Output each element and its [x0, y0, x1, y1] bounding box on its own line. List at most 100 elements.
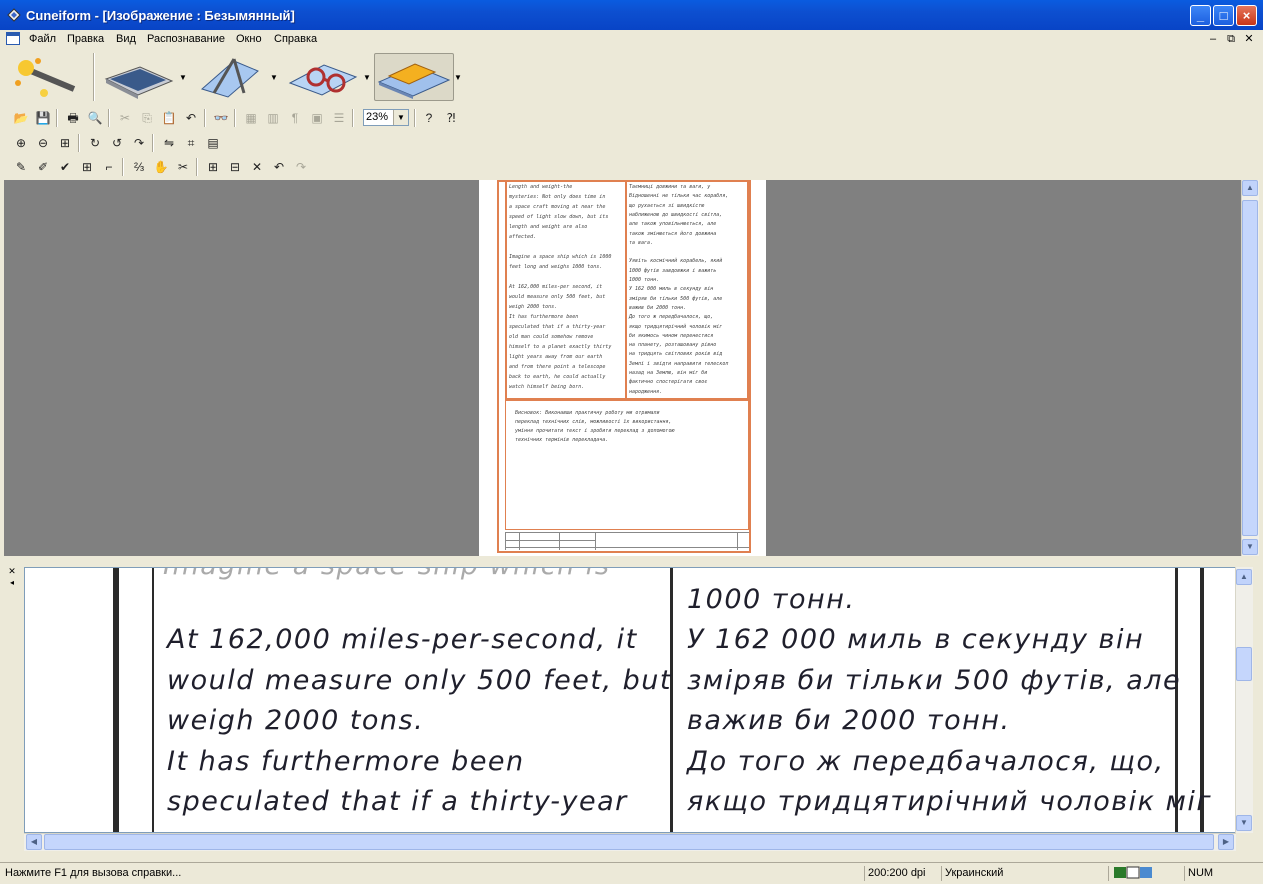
- zoom-out-icon[interactable]: ⊖: [34, 134, 52, 152]
- hand-icon[interactable]: ✋: [152, 158, 170, 176]
- mdi-minimize-icon[interactable]: –: [1206, 32, 1220, 46]
- layout-dropdown-icon[interactable]: ▼: [270, 73, 278, 82]
- add-block-icon[interactable]: ⊞: [78, 158, 96, 176]
- ocr-partial-line: Imagine a space ship which is: [163, 568, 610, 581]
- menu-view[interactable]: Вид: [116, 33, 136, 45]
- scan-dropdown-icon[interactable]: ▼: [179, 73, 187, 82]
- image-pane[interactable]: Length and weight-the mysteries: Not only…: [4, 180, 1241, 556]
- layout-button[interactable]: [194, 53, 266, 101]
- image-icon[interactable]: ▤: [204, 134, 222, 152]
- recognize-button[interactable]: [284, 53, 362, 101]
- preview-line: У 162 000 миль в секунду він: [629, 286, 714, 293]
- preview-line: old man could somehow remove: [509, 334, 594, 340]
- menu-edit[interactable]: Правка: [67, 33, 104, 45]
- columns-icon[interactable]: ▥: [264, 109, 282, 127]
- text-block-icon[interactable]: ✎: [12, 158, 30, 176]
- frame-icon[interactable]: ▣: [308, 109, 326, 127]
- mdi-restore-icon[interactable]: ⧉: [1224, 32, 1238, 46]
- menu-help[interactable]: Справка: [274, 33, 317, 45]
- scroll-right-icon[interactable]: ▶: [1218, 834, 1234, 850]
- column-border-line: [152, 568, 154, 832]
- zoom-view-pane[interactable]: Imagine a space ship which is 1000 тонн.…: [24, 567, 1236, 833]
- scan-button[interactable]: [100, 53, 176, 101]
- image-vertical-scrollbar[interactable]: ▲ ▼: [1241, 180, 1259, 556]
- scissors-icon[interactable]: ✂: [174, 158, 192, 176]
- scroll-left-icon[interactable]: ◀: [26, 834, 42, 850]
- preview-line: It has furthermore been: [509, 314, 579, 320]
- zoom-value: 23%: [366, 111, 389, 123]
- paste-icon[interactable]: 📋: [160, 109, 178, 127]
- minimize-button[interactable]: _: [1190, 5, 1211, 26]
- status-dpi: 200:200 dpi: [864, 866, 939, 881]
- menu-recognition[interactable]: Распознавание: [147, 33, 225, 45]
- menu-file[interactable]: Файл: [29, 33, 56, 45]
- window-title: Cuneiform - [Изображение : Безымянный]: [26, 8, 295, 23]
- preview-line: назад на Землю, він міг би: [629, 370, 708, 376]
- close-button[interactable]: ×: [1236, 5, 1257, 26]
- glasses-icon: [288, 64, 358, 96]
- invert-icon[interactable]: ⇋: [160, 134, 178, 152]
- save-output-button[interactable]: [374, 53, 454, 101]
- save-icon[interactable]: 💾: [34, 109, 52, 127]
- status-view-icon: [1108, 866, 1158, 881]
- close-pane-icon[interactable]: ✕: [6, 566, 18, 576]
- preview-line: At 162,000 miles-per second, it: [509, 284, 603, 290]
- zoom-horizontal-scrollbar[interactable]: ◀ ▶: [24, 833, 1236, 851]
- crop-icon[interactable]: ⌗: [182, 134, 200, 152]
- image-scroll-thumb[interactable]: [1242, 200, 1258, 536]
- print-preview-icon[interactable]: 🔍: [86, 109, 104, 127]
- maximize-button[interactable]: □: [1213, 5, 1234, 26]
- copy-icon[interactable]: ⎘: [138, 109, 156, 127]
- zoom-combobox[interactable]: 23% ▼: [363, 109, 409, 126]
- redo-block-icon[interactable]: ↷: [292, 158, 310, 176]
- rotate-left-icon[interactable]: ↺: [108, 134, 126, 152]
- rotate-icon[interactable]: ↻: [86, 134, 104, 152]
- undo-icon[interactable]: ↶: [182, 109, 200, 127]
- zoom-scroll-thumb[interactable]: [1236, 647, 1252, 681]
- open-folder-icon[interactable]: 📂: [12, 109, 30, 127]
- corner-block-icon[interactable]: ⌐: [100, 158, 118, 176]
- scroll-down-icon[interactable]: ▼: [1236, 815, 1252, 831]
- recognize-dropdown-icon[interactable]: ▼: [363, 73, 371, 82]
- merge-block-icon[interactable]: ⊟: [226, 158, 244, 176]
- fit-page-icon[interactable]: ⊞: [56, 134, 74, 152]
- menu-window[interactable]: Окно: [236, 33, 262, 45]
- mdi-close-icon[interactable]: ✕: [1242, 32, 1256, 46]
- preview-line: weigh 2000 tons.: [509, 304, 558, 310]
- wizard-button[interactable]: [8, 53, 86, 101]
- paragraph-icon[interactable]: ¶: [286, 109, 304, 127]
- scroll-up-icon[interactable]: ▲: [1242, 180, 1258, 196]
- order-blocks-icon[interactable]: ⅔: [130, 158, 148, 176]
- print-icon[interactable]: 🖶: [64, 109, 82, 127]
- table-icon[interactable]: ▦: [242, 109, 260, 127]
- preview-line: наближеною до швидкості світла,: [629, 211, 723, 218]
- find-binoculars-icon[interactable]: 👓: [212, 109, 230, 127]
- edit-block-icon[interactable]: ✐: [34, 158, 52, 176]
- ruler-compass-icon: [200, 58, 259, 98]
- document-icon[interactable]: [6, 32, 20, 45]
- save-dropdown-icon[interactable]: ▼: [454, 73, 462, 82]
- preview-line: back to earth, he could actually: [509, 374, 606, 380]
- page-preview[interactable]: Length and weight-the mysteries: Not only…: [479, 180, 766, 556]
- delete-block-icon[interactable]: ✕: [248, 158, 266, 176]
- zoom-dropdown-icon[interactable]: ▼: [393, 110, 408, 125]
- scroll-down-icon[interactable]: ▼: [1242, 539, 1258, 555]
- preview-line: feet long and weighs 1000 tons.: [509, 264, 603, 270]
- pane-splitter[interactable]: [0, 556, 1263, 566]
- help-icon[interactable]: ?: [420, 109, 438, 127]
- zoom-vertical-scrollbar[interactable]: ▲ ▼: [1235, 567, 1253, 833]
- context-help-icon[interactable]: ⁈: [442, 109, 460, 127]
- scroll-up-icon[interactable]: ▲: [1236, 569, 1252, 585]
- rotate-right-icon[interactable]: ↷: [130, 134, 148, 152]
- lines-icon[interactable]: ☰: [330, 109, 348, 127]
- check-block-icon[interactable]: ✔: [56, 158, 74, 176]
- cut-icon[interactable]: ✂: [116, 109, 134, 127]
- ocr-right-line: До того ж передбачалося, що,: [687, 746, 1165, 777]
- zoom-in-icon[interactable]: ⊕: [12, 134, 30, 152]
- pane-arrow-icon[interactable]: ◂: [6, 578, 18, 588]
- split-block-icon[interactable]: ⊞: [204, 158, 222, 176]
- preview-line: Висновок: Виконавши практичну роботу ми …: [515, 410, 660, 416]
- preview-line: на тридцять світлових років від: [629, 351, 723, 358]
- zoom-hscroll-thumb[interactable]: [44, 834, 1214, 850]
- undo-block-icon[interactable]: ↶: [270, 158, 288, 176]
